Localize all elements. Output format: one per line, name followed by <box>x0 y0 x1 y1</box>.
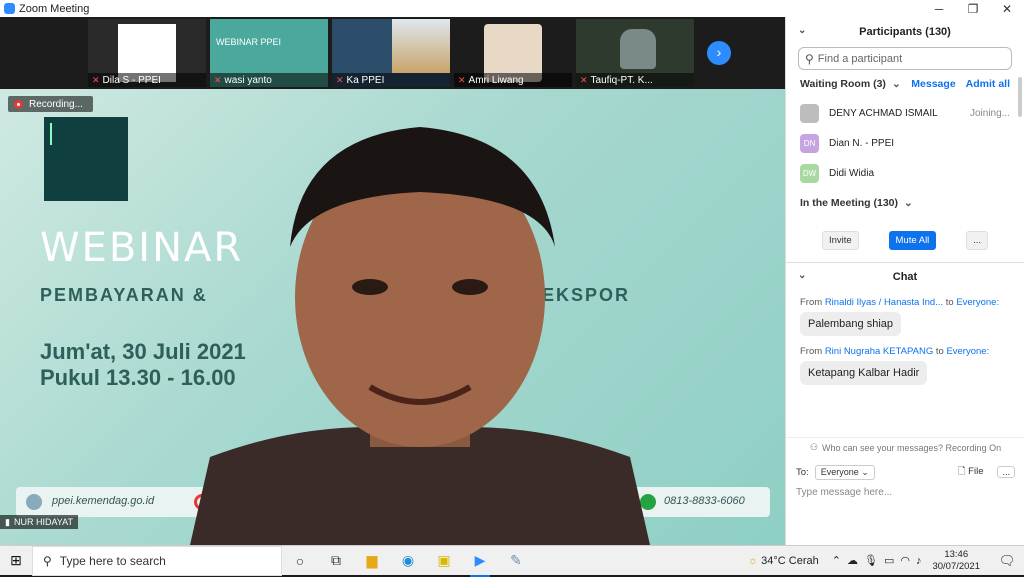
windows-taskbar: ⊞ ⚲ Type here to search ○ ⧉ ▆ ◉ ▣ ▶ ✎ ☼ … <box>0 545 1024 577</box>
muted-mic-icon: ✕ <box>580 74 588 85</box>
chat-header: ⌄ Chat <box>798 270 918 283</box>
chevron-up-icon[interactable]: ⌃ <box>832 554 841 567</box>
muted-mic-icon: ✕ <box>214 74 222 85</box>
cortana-icon[interactable]: ○ <box>282 553 318 569</box>
minimize-icon[interactable]: ─ <box>922 2 956 16</box>
zoom-taskbar-icon[interactable]: ▶ <box>462 552 498 577</box>
thumbnail-image <box>620 29 656 69</box>
admit-all-button[interactable]: Admit all <box>966 78 1010 90</box>
muted-mic-icon: ✕ <box>92 74 100 85</box>
chat-message-text: Ketapang Kalbar Hadir <box>800 361 928 385</box>
close-icon[interactable]: ✕ <box>990 2 1024 16</box>
taskbar-clock[interactable]: 13:46 30/07/2021 <box>932 549 980 573</box>
participant-row[interactable]: DENY ACHMAD ISMAIL Joining... <box>786 98 1024 128</box>
chat-message-input[interactable]: Type message here... <box>796 487 892 498</box>
avatar <box>800 103 819 123</box>
slide-url: ppei.kemendag.go.id <box>52 495 155 507</box>
weather-widget[interactable]: ☼ 34°C Cerah <box>748 555 819 567</box>
muted-mic-icon: ✕ <box>458 74 466 85</box>
microphone-icon[interactable]: 🎙 <box>864 554 878 567</box>
kemendag-logo <box>44 117 128 201</box>
thumbnail-3[interactable]: ✕ Amri Liwang <box>454 19 572 87</box>
file-button[interactable]: 🗋 File <box>958 464 984 480</box>
zoom-app-icon <box>4 3 15 14</box>
thumbnail-slide-text: WEBINAR PPEI <box>216 37 282 47</box>
participants-header: ⌄ Participants (130) <box>798 25 951 38</box>
file-icon: 🗋 <box>957 466 966 477</box>
notification-icon[interactable]: 🗨 <box>990 553 1024 569</box>
participant-search-input[interactable]: ⚲ Find a participant <box>798 47 1012 70</box>
chat-message-text: Palembang shiap <box>800 312 902 336</box>
thumbnail-strip: ✕ Dila S - PPEI WEBINAR PPEI ✕ wasi yanto … <box>0 17 785 89</box>
system-tray: ☼ 34°C Cerah ⌃ ☁ 🎙 ▭ ◠ ♪ 13:46 30/07/202… <box>748 549 1024 573</box>
restore-icon[interactable]: ❐ <box>956 2 990 16</box>
avatar: DN <box>800 133 819 153</box>
chevron-down-icon[interactable]: ⌄ <box>892 78 901 90</box>
side-panel: ⌄ Participants (130) ⚲ Find a participan… <box>785 17 1024 545</box>
joining-status: Joining... <box>969 107 1010 119</box>
taskbar-search-input[interactable]: ⚲ Type here to search <box>32 545 282 576</box>
participant-actions: Invite Mute All ... <box>786 218 1024 262</box>
participant-row[interactable]: DN Dian N. - PPEI <box>786 128 1024 158</box>
file-explorer-icon[interactable]: ▆ <box>354 552 390 569</box>
globe-icon <box>26 494 42 510</box>
main-video: WEBINAR PEMBAYARAN & UK EKSPOR Jum'at, 3… <box>0 89 785 545</box>
signal-icon: ▮ <box>5 516 10 527</box>
window-title: Zoom Meeting <box>19 2 90 15</box>
video-stage: ✕ Dila S - PPEI WEBINAR PPEI ✕ wasi yanto … <box>0 17 785 545</box>
chat-message-sender: From Rini Nugraha KETAPANG to Everyone: <box>800 346 990 357</box>
speaker-nametag: ▮ NUR HIDAYAT <box>0 515 78 529</box>
windows-start-icon[interactable]: ⊞ <box>0 552 32 569</box>
volume-icon[interactable]: ♪ <box>916 555 922 567</box>
chat-recipient-row: To: Everyone ⌄ 🗋 File ... <box>786 461 1024 483</box>
collapse-chevron-icon[interactable]: ⌄ <box>798 270 806 281</box>
chevron-down-icon[interactable]: ⌄ <box>904 197 913 209</box>
recording-indicator[interactable]: Recording... <box>8 96 93 112</box>
people-icon: ⚇ <box>809 442 818 452</box>
thumbnail-name: ✕ Taufiq-PT. K... <box>576 73 694 87</box>
chat-visibility-note[interactable]: ⚇ Who can see your messages? Recording O… <box>786 437 1024 457</box>
avatar: DW <box>800 163 819 183</box>
thumbnail-name: ✕ Ka PPEI <box>332 73 450 87</box>
message-button[interactable]: Message <box>911 78 955 90</box>
search-icon: ⚲ <box>805 51 814 66</box>
more-options-button[interactable]: ... <box>966 230 988 250</box>
mute-all-button[interactable]: Mute All <box>888 230 937 250</box>
window-controls: ─ ❐ ✕ <box>922 2 1024 16</box>
window-titlebar: Zoom Meeting ─ ❐ ✕ <box>0 0 1024 17</box>
thumbnail-image <box>392 19 450 73</box>
recipient-select[interactable]: Everyone ⌄ <box>814 464 875 480</box>
thumbnail-name: ✕ Dila S - PPEI <box>88 73 206 87</box>
recording-dot-icon <box>14 99 23 109</box>
thumbnail-1[interactable]: WEBINAR PPEI ✕ wasi yanto <box>210 19 328 87</box>
waiting-room-header: Waiting Room (3) ⌄ Message Admit all <box>800 78 1010 90</box>
search-icon: ⚲ <box>43 553 52 568</box>
paint-icon[interactable]: ✎ <box>498 552 534 569</box>
muted-mic-icon: ✕ <box>336 74 344 85</box>
edge-icon[interactable]: ◉ <box>390 552 426 569</box>
participant-row[interactable]: DW Didi Widia <box>786 158 1024 188</box>
task-view-icon[interactable]: ⧉ <box>318 552 354 569</box>
wifi-icon[interactable]: ◠ <box>900 554 910 567</box>
thumbnail-0[interactable]: ✕ Dila S - PPEI <box>88 19 206 87</box>
cloud-icon[interactable]: ☁ <box>847 554 858 567</box>
next-page-arrow-icon[interactable]: › <box>707 41 731 65</box>
chat-message-sender: From Rinaldi Ilyas / Hanasta Ind... to E… <box>800 297 1000 308</box>
chat-more-button[interactable]: ... <box>997 466 1015 478</box>
speaker-person <box>190 127 650 545</box>
invite-button[interactable]: Invite <box>822 230 859 250</box>
slide-phone: 0813-8833-6060 <box>664 495 745 507</box>
thumbnail-name: ✕ wasi yanto <box>210 73 328 87</box>
collapse-chevron-icon[interactable]: ⌄ <box>798 25 806 36</box>
thumbnail-4[interactable]: ✕ Taufiq-PT. K... <box>576 19 694 87</box>
thumbnail-2[interactable]: ✕ Ka PPEI <box>332 19 450 87</box>
battery-icon[interactable]: ▭ <box>884 554 894 567</box>
in-meeting-header: In the Meeting (130) ⌄ <box>800 197 913 209</box>
sticky-notes-icon[interactable]: ▣ <box>426 552 462 569</box>
sun-icon: ☼ <box>747 554 759 567</box>
participants-scrollbar[interactable] <box>1018 77 1022 117</box>
thumbnail-name: ✕ Amri Liwang <box>454 73 572 87</box>
